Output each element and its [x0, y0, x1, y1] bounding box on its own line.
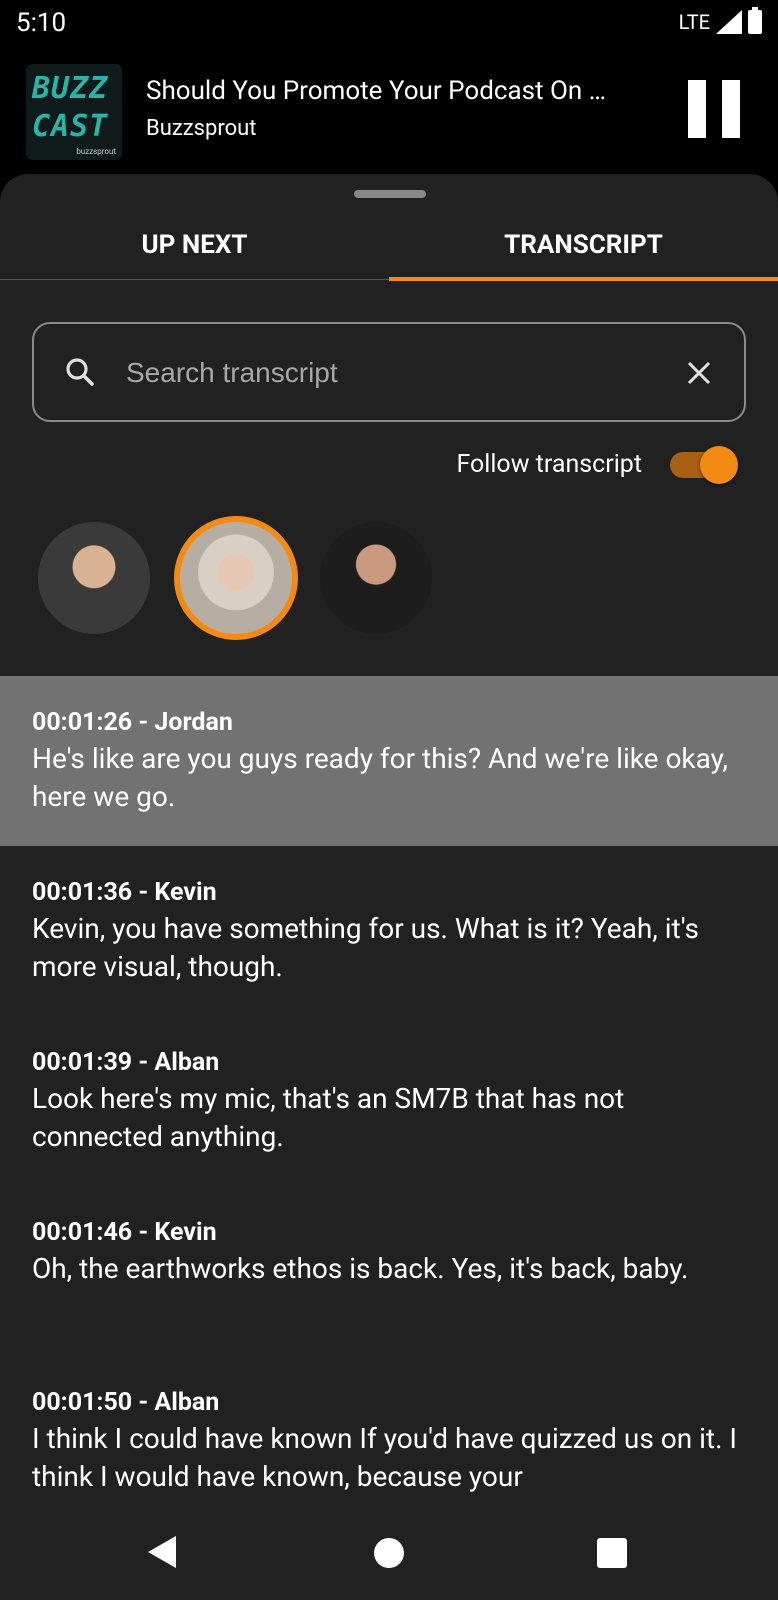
- status-icons: LTE: [678, 7, 762, 34]
- transcript-entry[interactable]: 00:01:36 - Kevin Kevin, you have somethi…: [0, 846, 778, 1016]
- entry-timestamp-speaker: 00:01:36 - Kevin: [32, 878, 217, 907]
- follow-transcript-label: Follow transcript: [456, 449, 642, 479]
- artwork-brand: buzzsprout: [76, 147, 116, 156]
- search-box[interactable]: [32, 322, 746, 422]
- follow-transcript-toggle[interactable]: [670, 446, 738, 484]
- tab-transcript[interactable]: TRANSCRIPT: [389, 210, 778, 280]
- tab-up-next[interactable]: UP NEXT: [0, 210, 389, 280]
- transcript-entry[interactable]: 00:01:50 - Alban I think I could have kn…: [0, 1356, 778, 1508]
- entry-timestamp-speaker: 00:01:26 - Jordan: [32, 708, 233, 737]
- transcript-entry[interactable]: 00:01:26 - Jordan He's like are you guys…: [0, 676, 778, 846]
- status-bar: 5:10 LTE: [0, 0, 778, 48]
- tab-bar: UP NEXT TRANSCRIPT: [0, 210, 778, 281]
- mini-player[interactable]: BUZZ CAST buzzsprout Should You Promote …: [0, 60, 778, 160]
- drag-handle[interactable]: [354, 190, 426, 198]
- speaker-avatar-jordan[interactable]: [38, 522, 150, 634]
- pause-icon: [688, 80, 706, 138]
- system-nav-bar: [0, 1508, 778, 1600]
- back-icon[interactable]: [148, 1536, 176, 1568]
- pause-button[interactable]: [688, 80, 740, 138]
- signal-icon: [716, 10, 742, 34]
- entry-text: I think I could have known If you'd have…: [32, 1422, 738, 1493]
- entry-text: Kevin, you have something for us. What i…: [32, 912, 699, 983]
- home-icon[interactable]: [374, 1538, 404, 1568]
- battery-icon: [748, 7, 762, 34]
- entry-text: He's like are you guys ready for this? A…: [32, 742, 728, 813]
- entry-text: Oh, the earthworks ethos is back. Yes, i…: [32, 1252, 689, 1285]
- entry-timestamp-speaker: 00:01:50 - Alban: [32, 1388, 220, 1417]
- follow-transcript-row: Follow transcript: [456, 446, 738, 484]
- network-type: LTE: [678, 10, 710, 34]
- speaker-avatar-kevin[interactable]: [320, 522, 432, 634]
- transcript-entry[interactable]: 00:01:46 - Kevin Oh, the earthworks etho…: [0, 1186, 778, 1356]
- search-icon: [66, 358, 94, 386]
- entry-text: Look here's my mic, that's an SM7B that …: [32, 1082, 625, 1153]
- tab-indicator: [389, 277, 778, 281]
- transcript-sheet: UP NEXT TRANSCRIPT Follow transcript 00:…: [0, 174, 778, 1508]
- status-time: 5:10: [16, 8, 67, 38]
- speaker-list: [38, 516, 738, 648]
- close-icon[interactable]: [684, 358, 714, 388]
- speaker-avatar-alban[interactable]: [174, 516, 298, 640]
- search-input[interactable]: [126, 348, 646, 398]
- podcast-name: Buzzsprout: [146, 116, 257, 141]
- episode-title[interactable]: Should You Promote Your Podcast On …: [146, 76, 606, 106]
- transcript-entry[interactable]: 00:01:39 - Alban Look here's my mic, tha…: [0, 1016, 778, 1186]
- podcast-artwork[interactable]: BUZZ CAST buzzsprout: [26, 64, 122, 160]
- artwork-logo-text: BUZZ CAST: [32, 71, 109, 144]
- entry-timestamp-speaker: 00:01:46 - Kevin: [32, 1218, 217, 1247]
- transcript-list: 00:01:26 - Jordan He's like are you guys…: [0, 676, 778, 1508]
- recents-icon[interactable]: [597, 1538, 627, 1568]
- entry-timestamp-speaker: 00:01:39 - Alban: [32, 1048, 220, 1077]
